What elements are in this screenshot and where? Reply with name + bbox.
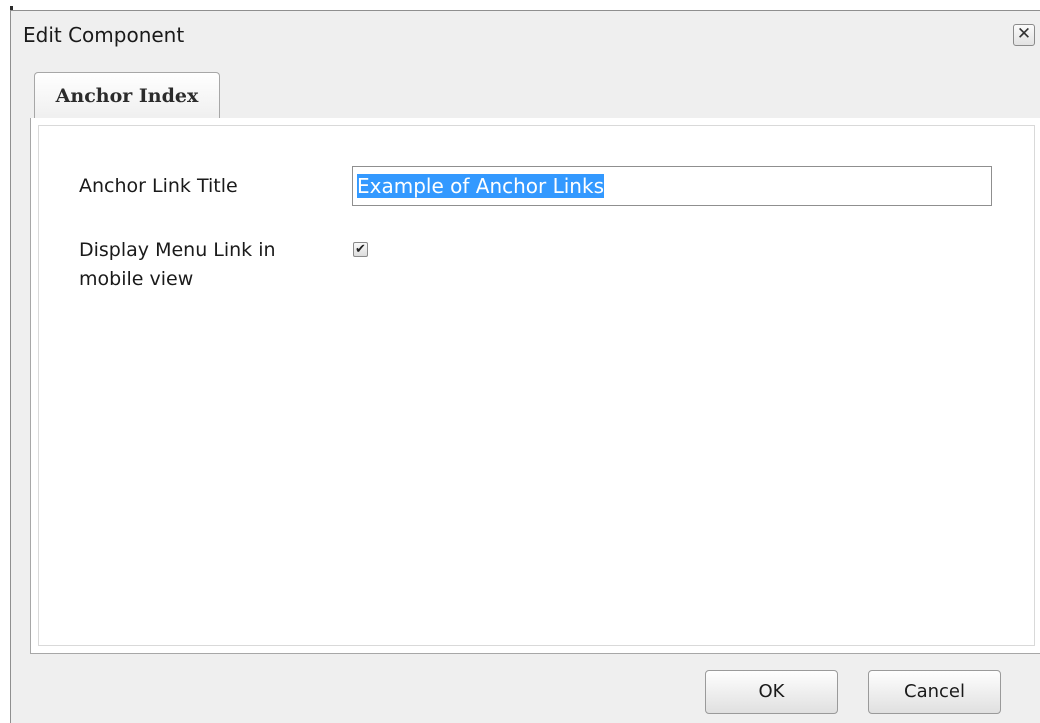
tab-panel-anchor-index: Anchor Link Title Example of Anchor Link…	[30, 118, 1040, 654]
checkmark-icon: ✔	[355, 242, 366, 257]
tab-anchor-index[interactable]: Anchor Index	[34, 72, 220, 119]
form-area: Anchor Link Title Example of Anchor Link…	[38, 125, 1035, 646]
dialog-titlebar[interactable]: Edit Component ✕	[11, 11, 1040, 63]
close-button[interactable]: ✕	[1013, 24, 1035, 46]
tab-strip: Anchor Index	[30, 68, 1040, 119]
edit-component-dialog: Edit Component ✕ Anchor Index Anchor Lin…	[10, 10, 1040, 723]
close-icon: ✕	[1016, 24, 1032, 44]
display-menu-link-checkbox[interactable]: ✔	[353, 242, 368, 257]
anchor-link-title-label: Anchor Link Title	[79, 175, 238, 197]
cancel-button[interactable]: Cancel	[868, 670, 1001, 714]
display-menu-link-label: Display Menu Link in mobile view	[79, 239, 276, 290]
selected-text: Example of Anchor Links	[357, 174, 604, 198]
dialog-title: Edit Component	[23, 23, 185, 47]
ok-button[interactable]: OK	[705, 670, 838, 714]
anchor-link-title-input[interactable]: Example of Anchor Links	[352, 166, 992, 206]
